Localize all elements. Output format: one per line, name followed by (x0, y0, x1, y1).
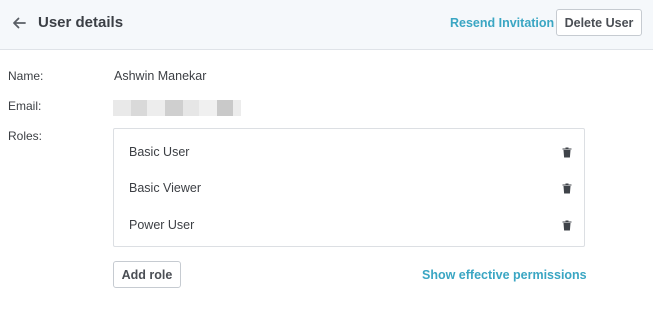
email-value-redacted (113, 100, 241, 116)
trash-icon[interactable] (560, 145, 574, 159)
add-role-button[interactable]: Add role (113, 261, 181, 288)
trash-icon[interactable] (560, 218, 574, 232)
show-effective-permissions-link[interactable]: Show effective permissions (422, 268, 587, 282)
page-title: User details (38, 14, 124, 31)
name-label: Name: (8, 69, 44, 83)
role-label: Basic User (129, 145, 190, 159)
arrow-left-icon (13, 17, 26, 29)
role-item: Power User (114, 207, 584, 243)
page-header: User details Resend Invitation Delete Us… (0, 0, 653, 50)
name-value: Ashwin Manekar (114, 69, 207, 83)
roles-list: Basic User Basic Viewer Power User (113, 128, 585, 247)
trash-icon[interactable] (560, 181, 574, 195)
email-label: Email: (8, 99, 42, 113)
role-label: Power User (129, 218, 195, 232)
delete-user-button[interactable]: Delete User (556, 9, 642, 36)
resend-invitation-link[interactable]: Resend Invitation (450, 16, 554, 30)
back-button[interactable] (8, 12, 30, 34)
role-label: Basic Viewer (129, 181, 202, 195)
roles-label: Roles: (8, 129, 43, 143)
role-item: Basic User (114, 134, 584, 170)
role-item: Basic Viewer (114, 170, 584, 206)
